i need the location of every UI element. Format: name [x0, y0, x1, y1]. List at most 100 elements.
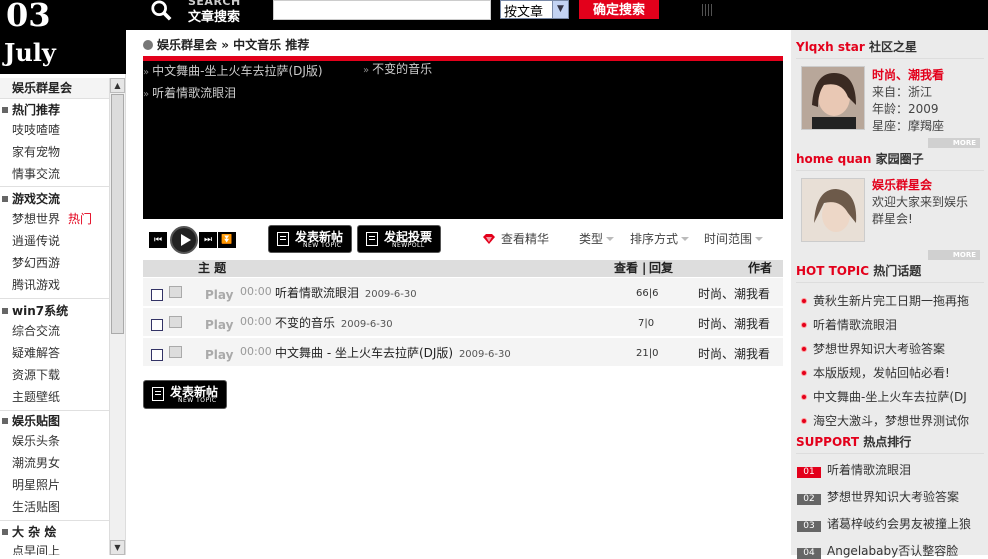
search-type-value: 按文章: [504, 5, 544, 20]
sidebar-item[interactable]: 疑难解答: [12, 344, 60, 362]
star-title: Ylqxh star 社区之星: [796, 40, 917, 54]
search-submit-button[interactable]: 确定搜索: [579, 0, 659, 19]
previous-icon[interactable]: ⏮: [149, 232, 167, 248]
row-duration: 00:00: [240, 315, 272, 328]
arrow-icon: »: [143, 89, 150, 100]
breadcrumb-forum[interactable]: 娱乐群星会: [157, 38, 217, 52]
hot-topic-item[interactable]: 听着情歌流眼泪: [801, 317, 981, 333]
sidebar-item[interactable]: 情事交流: [12, 165, 60, 183]
reply-icon[interactable]: [169, 316, 182, 328]
sidebar-item[interactable]: 腾讯游戏: [12, 276, 60, 294]
range-filter[interactable]: 时间范围: [704, 230, 764, 247]
rank-item[interactable]: 01 听着情歌流眼泪: [797, 462, 983, 478]
scroll-down-icon[interactable]: ▼: [110, 540, 125, 555]
sidebar-item[interactable]: 点早间上: [12, 542, 60, 555]
down-icon[interactable]: ⏬: [218, 232, 236, 248]
play-button[interactable]: [170, 226, 198, 254]
sidebar-item[interactable]: 梦想世界 热门: [12, 210, 92, 228]
row-duration: 00:00: [240, 345, 272, 358]
scroll-up-icon[interactable]: ▲: [110, 78, 125, 93]
sidebar-item[interactable]: 家有宠物: [12, 143, 60, 161]
chevron-down-icon: [681, 237, 690, 241]
sidebar-item[interactable]: 综合交流: [12, 322, 60, 340]
row-title[interactable]: 中文舞曲 - 坐上火车去拉萨(DJ版) 2009-6-30: [275, 344, 511, 361]
rank-item[interactable]: 02 梦想世界知识大考验答案: [797, 489, 983, 505]
search-input[interactable]: [273, 0, 491, 20]
next-icon[interactable]: ⏭: [199, 232, 217, 248]
search-brand-cn: 文章搜索: [188, 10, 241, 25]
new-poll-button[interactable]: 发起投票 NEWPOLL: [357, 225, 441, 253]
rank-item[interactable]: 04 Angelababy否认整容脸: [797, 543, 983, 559]
playlist-item[interactable]: » 中文舞曲-坐上火车去拉萨(DJ版): [143, 63, 323, 81]
new-topic-button[interactable]: 发表新帖 NEW TOPIC: [268, 225, 352, 253]
gem-icon: [483, 234, 495, 244]
scroll-thumb[interactable]: [111, 94, 124, 334]
grip-icon: [702, 4, 712, 16]
table-row: Play 00:00 听着情歌流眼泪 2009-6-30 66|6 时尚、潮我看: [143, 278, 783, 306]
hot-badge[interactable]: 热门: [68, 212, 92, 226]
hot-topic-item[interactable]: 海空大激斗，梦想世界测试你: [801, 413, 981, 429]
avatar-image: [802, 67, 864, 129]
row-duration: 00:00: [240, 285, 272, 298]
sidebar-item[interactable]: 潮流男女: [12, 454, 60, 472]
playlist-item[interactable]: » 听着情歌流眼泪: [143, 85, 236, 103]
circle-name[interactable]: 娱乐群星会: [872, 177, 968, 194]
sidebar-item[interactable]: 主题壁纸: [12, 388, 60, 406]
more-button[interactable]: MORE: [928, 138, 980, 148]
row-checkbox[interactable]: [151, 319, 163, 331]
sidebar-group-win7[interactable]: win7系统: [0, 301, 110, 321]
digest-filter[interactable]: 查看精华: [483, 230, 549, 247]
sidebar-item[interactable]: 娱乐头条: [12, 432, 60, 450]
date-month: July: [4, 38, 56, 67]
sidebar-item[interactable]: 梦幻西游: [12, 254, 60, 272]
new-topic-button-bottom[interactable]: 发表新帖 NEW TOPIC: [143, 380, 227, 409]
reply-icon[interactable]: [169, 346, 182, 358]
search-icon: [151, 0, 172, 21]
sidebar-item[interactable]: 生活贴图: [12, 498, 60, 516]
chevron-down-icon[interactable]: ▼: [552, 1, 568, 18]
sidebar-scrollbar[interactable]: ▲ ▼: [109, 78, 125, 555]
row-title[interactable]: 听着情歌流眼泪 2009-6-30: [275, 284, 417, 301]
new-poll-icon: [366, 232, 378, 246]
hot-topic-item[interactable]: 黄秋生新片完工日期一拖再拖: [801, 293, 981, 309]
row-play[interactable]: Play: [205, 318, 233, 332]
reply-icon[interactable]: [169, 286, 182, 298]
sidebar-top-title[interactable]: 娱乐群星会: [0, 78, 110, 98]
hot-topic-item[interactable]: 本版版规，发帖回帖必看!: [801, 365, 981, 381]
rank-number: 03: [797, 521, 821, 532]
row-play[interactable]: Play: [205, 288, 233, 302]
col-subject: 主 题: [198, 261, 227, 275]
sidebar-item[interactable]: 明星照片: [12, 476, 60, 494]
col-replies: 回复: [649, 261, 674, 275]
col-sep: |: [642, 261, 647, 275]
row-title[interactable]: 不变的音乐 2009-6-30: [275, 314, 393, 331]
type-filter[interactable]: 类型: [579, 230, 615, 247]
playlist-item[interactable]: » 不变的音乐: [363, 61, 432, 79]
sidebar-group-hot[interactable]: 热门推荐: [0, 100, 110, 120]
row-author[interactable]: 时尚、潮我看: [698, 285, 770, 302]
more-button[interactable]: MORE: [928, 250, 980, 260]
sidebar-item[interactable]: 吱吱喳喳: [12, 121, 60, 139]
breadcrumb-board[interactable]: 中文音乐: [233, 38, 281, 52]
row-checkbox[interactable]: [151, 349, 163, 361]
sort-filter[interactable]: 排序方式: [630, 230, 690, 247]
avatar[interactable]: [801, 66, 865, 130]
search-type-select[interactable]: 按文章 ▼: [500, 0, 569, 20]
sidebar-group-games[interactable]: 游戏交流: [0, 189, 110, 209]
sidebar-group-misc[interactable]: 大 杂 烩: [0, 522, 110, 542]
rank-item[interactable]: 03 诸葛梓岐约会男友被撞上狼: [797, 516, 983, 532]
bullet-icon: [801, 394, 807, 400]
hot-topic-item[interactable]: 梦想世界知识大考验答案: [801, 341, 981, 357]
hot-topic-item[interactable]: 中文舞曲-坐上火车去拉萨(DJ: [801, 389, 981, 405]
row-author[interactable]: 时尚、潮我看: [698, 345, 770, 362]
row-author[interactable]: 时尚、潮我看: [698, 315, 770, 332]
sidebar-group-pics[interactable]: 娱乐贴图: [0, 411, 110, 431]
sidebar-item[interactable]: 逍遥传说: [12, 232, 60, 250]
row-checkbox[interactable]: [151, 289, 163, 301]
star-sign: 星座：摩羯座: [872, 119, 945, 133]
sidebar-item[interactable]: 资源下载: [12, 366, 60, 384]
circle-avatar[interactable]: [801, 178, 865, 242]
star-name[interactable]: 时尚、潮我看: [872, 67, 944, 84]
table-row: Play 00:00 中文舞曲 - 坐上火车去拉萨(DJ版) 2009-6-30…: [143, 338, 783, 366]
row-play[interactable]: Play: [205, 348, 233, 362]
